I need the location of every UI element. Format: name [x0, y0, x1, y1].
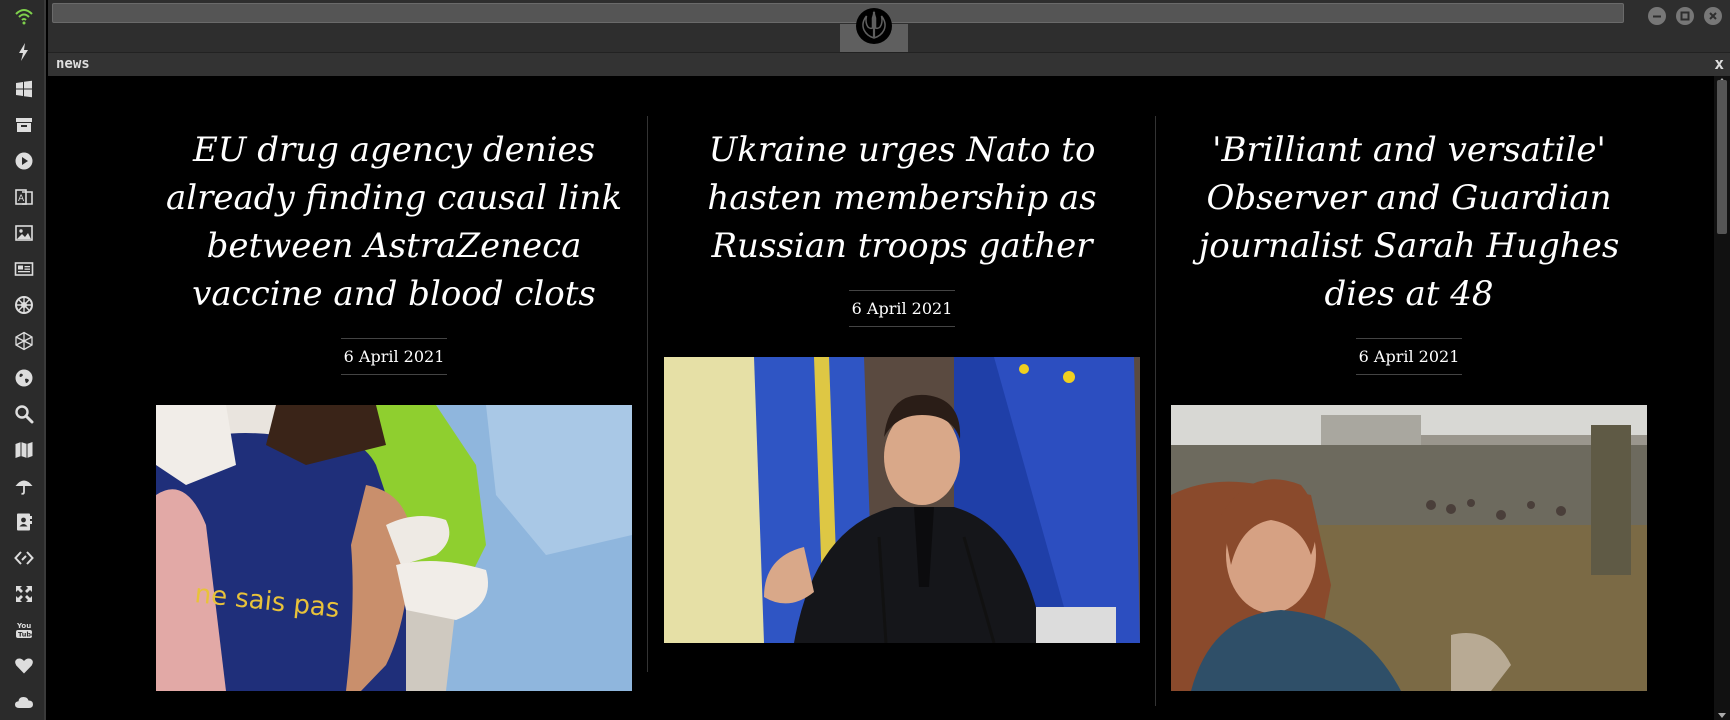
article-image-vaccination[interactable]: ne sais pas	[156, 405, 632, 691]
heart-icon[interactable]	[12, 654, 36, 678]
article-date: 6 April 2021	[1355, 338, 1463, 375]
youtube-icon[interactable]: You Tube	[12, 618, 36, 642]
rebel-alliance-logo-icon[interactable]	[854, 6, 894, 46]
article-headline[interactable]: EU drug agency denies already finding ca…	[156, 116, 632, 318]
lightning-icon[interactable]	[12, 40, 36, 64]
panel-header: news x	[48, 52, 1730, 76]
news-feed: EU drug agency denies already finding ca…	[48, 76, 1714, 720]
galactic-empire-icon[interactable]	[12, 293, 36, 317]
app-dock: A You Tube	[0, 0, 46, 720]
image-icon[interactable]	[12, 221, 36, 245]
umbrella-icon[interactable]	[12, 474, 36, 498]
cloud-icon[interactable]	[12, 690, 36, 714]
article-headline[interactable]: Ukraine urges Nato to hasten membership …	[664, 116, 1140, 270]
article-date: 6 April 2021	[848, 290, 956, 327]
globe-icon[interactable]	[12, 366, 36, 390]
wifi-icon[interactable]	[12, 4, 36, 28]
code-icon[interactable]	[12, 546, 36, 570]
windows-icon[interactable]	[12, 77, 36, 101]
svg-text:You: You	[16, 622, 31, 630]
search-icon[interactable]	[12, 402, 36, 426]
scroll-down-arrow-icon[interactable]	[1718, 713, 1726, 718]
news-article[interactable]: EU drug agency denies already finding ca…	[156, 116, 632, 691]
contacts-icon[interactable]	[12, 510, 36, 534]
article-headline[interactable]: 'Brilliant and versatile' Observer and G…	[1171, 116, 1647, 318]
newspaper-icon[interactable]	[12, 257, 36, 281]
news-article[interactable]: Ukraine urges Nato to hasten membership …	[664, 116, 1140, 643]
article-date: 6 April 2021	[340, 338, 448, 375]
minimize-button[interactable]	[1648, 7, 1666, 25]
scrollbar-thumb[interactable]	[1717, 80, 1727, 234]
svg-text:A: A	[18, 194, 25, 204]
address-bar[interactable]	[52, 3, 1624, 23]
top-bar	[48, 0, 1730, 52]
article-image-festival-portrait[interactable]	[1171, 405, 1647, 691]
maximize-button[interactable]	[1676, 7, 1694, 25]
article-image-press-conference[interactable]	[664, 357, 1140, 643]
scrollbar[interactable]	[1714, 76, 1730, 720]
polyhedron-icon[interactable]	[12, 329, 36, 353]
panel-title: news	[56, 56, 90, 72]
column-divider	[647, 116, 648, 672]
svg-text:Tube: Tube	[18, 631, 34, 639]
column-divider	[1155, 116, 1156, 706]
play-icon[interactable]	[12, 149, 36, 173]
news-article[interactable]: 'Brilliant and versatile' Observer and G…	[1171, 116, 1647, 691]
close-button[interactable]	[1704, 7, 1722, 25]
archive-icon[interactable]	[12, 113, 36, 137]
map-icon[interactable]	[12, 438, 36, 462]
panel-close-button[interactable]: x	[1714, 54, 1724, 73]
expand-icon[interactable]	[12, 582, 36, 606]
translate-icon[interactable]: A	[12, 185, 36, 209]
